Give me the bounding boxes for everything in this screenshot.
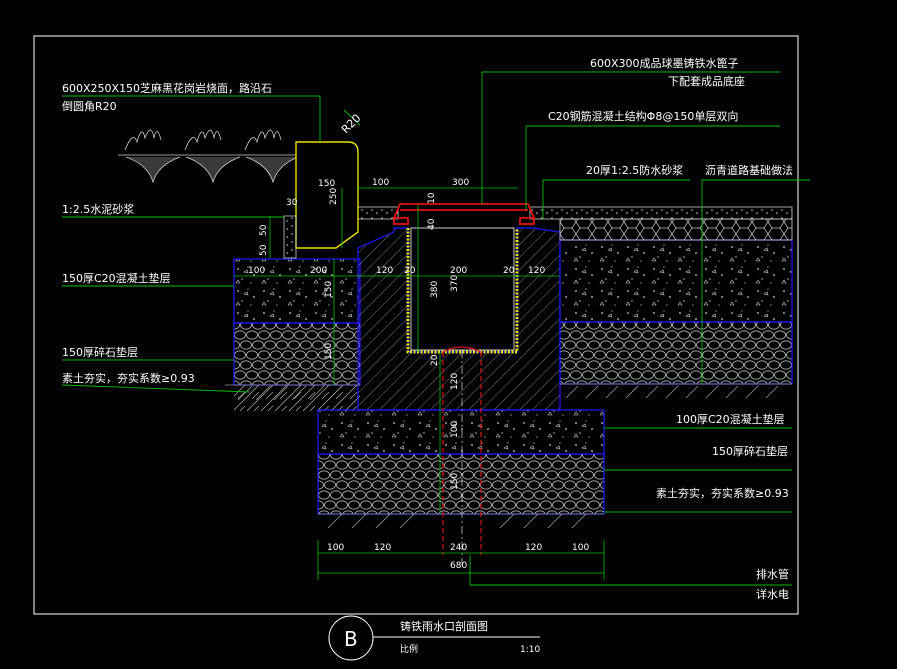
dim-left-50b: 50 (259, 244, 269, 256)
label-radius: R20 (339, 112, 363, 136)
label-pipe-sub: 详水电 (756, 587, 789, 601)
dim-bottom-100b: 100 (572, 543, 589, 553)
dim-left-100: 100 (248, 266, 265, 276)
label-concrete100: 100厚C20混凝土垫层 (676, 412, 785, 426)
dim-wall-20b: 20 (503, 266, 515, 276)
dim-v10: 10 (427, 192, 437, 204)
right-gravel-layer (559, 321, 793, 385)
left-soil (234, 385, 360, 411)
label-grate-sub: 下配套成品底座 (668, 74, 745, 88)
dim-curb-250: 250 (329, 188, 339, 205)
label-curb-chamfer: 倒圆角R20 (62, 100, 117, 113)
curb-stone (295, 141, 359, 249)
label-gravel-right: 150厚碎石垫层 (712, 444, 788, 458)
label-curb: 600X250X150芝麻黑花岗岩烧面，路沿石 (62, 81, 272, 95)
title-letter: B (344, 627, 358, 651)
dim-v370: 370 (450, 275, 460, 292)
dim-wall-120a: 120 (376, 266, 393, 276)
section-drawing: 600X250X150芝麻黑花岗岩烧面，路沿石 倒圆角R20 R20 600X3… (33, 35, 810, 661)
curb-mortar (283, 215, 297, 259)
dim-layer-150b: 150 (324, 343, 334, 360)
label-mortar: 1:2.5水泥砂浆 (62, 202, 134, 216)
label-concrete150: 150厚C20混凝土垫层 (62, 271, 171, 285)
dim-bottom-120b: 120 (525, 543, 542, 553)
asphalt-surface-left (357, 206, 399, 220)
dim-wall-120b: 120 (528, 266, 545, 276)
dim-v120: 120 (450, 373, 460, 390)
dim-v100: 100 (450, 421, 460, 438)
grate-cover (393, 203, 535, 225)
dim-bottom-100a: 100 (327, 543, 344, 553)
grass-symbol (118, 129, 299, 184)
label-soil-left: 素土夯实，夯实系数≥0.93 (62, 371, 195, 385)
left-gravel-layer (233, 322, 361, 386)
dim-v380: 380 (430, 281, 440, 298)
title-scale: 1:10 (520, 645, 540, 655)
label-waterproof: 20厚1:2.5防水砂浆 (586, 163, 683, 177)
label-grate: 600X300成品球墨铸铁水篦子 (590, 56, 739, 70)
dim-layer-150a: 150 (324, 281, 334, 298)
bottom-gravel-layer (317, 453, 605, 515)
inlet-chamber (410, 227, 515, 351)
dim-left-30: 30 (286, 198, 298, 208)
asphalt-surface (529, 206, 793, 220)
dim-total-680: 680 (450, 561, 467, 571)
title-sub-left: 比例 (400, 643, 418, 655)
label-gravel-left: 150厚碎石垫层 (62, 345, 138, 359)
dim-top-300: 300 (452, 178, 469, 188)
asphalt-base (559, 218, 793, 241)
dim-left-50a: 50 (259, 224, 269, 236)
dim-bottom-120a: 120 (374, 543, 391, 553)
dim-curb-150: 150 (318, 179, 335, 189)
title-name: 铸铁雨水口剖面图 (400, 619, 488, 633)
label-soil-right: 素土夯实，夯实系数≥0.93 (656, 486, 789, 500)
label-asphalt: 沥青道路基础做法 (705, 163, 793, 177)
dim-bottom-240: 240 (450, 543, 467, 553)
dim-left-200: 200 (310, 266, 327, 276)
dim-v40: 40 (427, 218, 437, 230)
dim-v20: 20 (430, 354, 440, 366)
bottom-concrete-pad (317, 409, 605, 455)
dim-inner-200: 200 (450, 266, 467, 276)
label-pipe: 排水管 (756, 567, 789, 581)
dim-v150: 150 (450, 473, 460, 490)
dim-top-100: 100 (372, 178, 389, 188)
label-structure: C20钢筋混凝土结构Φ8@150单层双向 (548, 109, 738, 123)
dim-wall-20a: 20 (404, 266, 416, 276)
right-concrete-layer (559, 239, 793, 323)
